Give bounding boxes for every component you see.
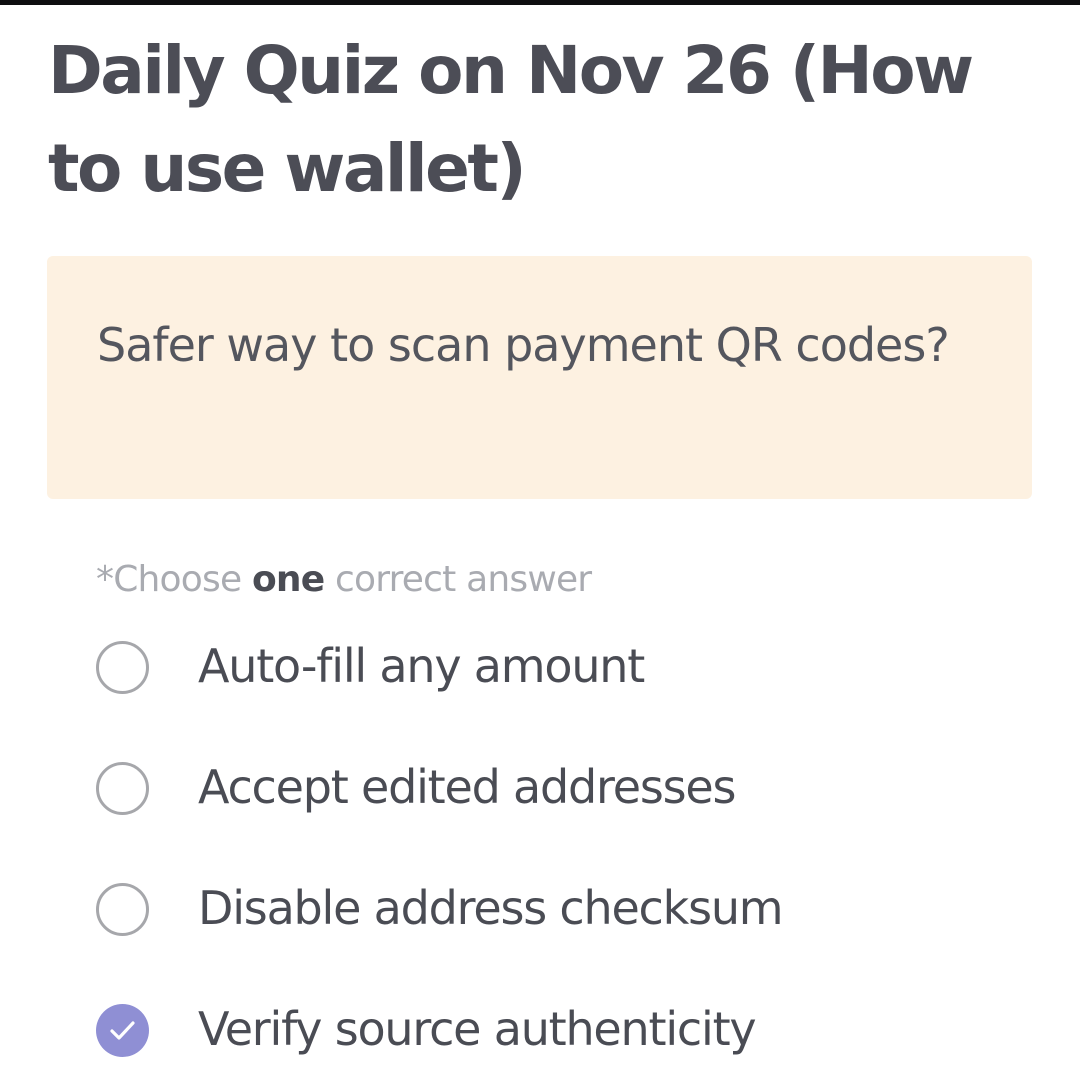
- checkmark-icon: [110, 1021, 135, 1040]
- instruction-suffix: correct answer: [324, 559, 592, 600]
- answer-option-4[interactable]: Verify source authenticity: [96, 968, 1026, 1089]
- answer-options: Auto-fill any amount Accept edited addre…: [96, 605, 1026, 1089]
- top-divider: [0, 0, 1080, 5]
- check-circle-icon[interactable]: [96, 1004, 149, 1057]
- instruction-emphasis: one: [251, 559, 325, 600]
- answer-option-label: Auto-fill any amount: [198, 639, 645, 693]
- answer-option-label: Accept edited addresses: [198, 760, 736, 814]
- answer-option-label: Verify source authenticity: [198, 1002, 757, 1056]
- radio-empty-icon[interactable]: [96, 641, 149, 694]
- instruction-prefix: *Choose: [96, 559, 252, 600]
- answer-instruction: *Choose one correct answer: [96, 556, 592, 604]
- answer-option-2[interactable]: Accept edited addresses: [96, 726, 1026, 847]
- quiz-title: Daily Quiz on Nov 26 (How to use wallet): [48, 32, 974, 207]
- answer-option-1[interactable]: Auto-fill any amount: [96, 605, 1026, 726]
- answer-option-label: Disable address checksum: [198, 881, 784, 935]
- answer-option-3[interactable]: Disable address checksum: [96, 847, 1026, 968]
- radio-empty-icon[interactable]: [96, 762, 149, 815]
- question-card: Safer way to scan payment QR codes?: [47, 256, 1032, 499]
- question-text: Safer way to scan payment QR codes?: [97, 318, 950, 372]
- radio-empty-icon[interactable]: [96, 883, 149, 936]
